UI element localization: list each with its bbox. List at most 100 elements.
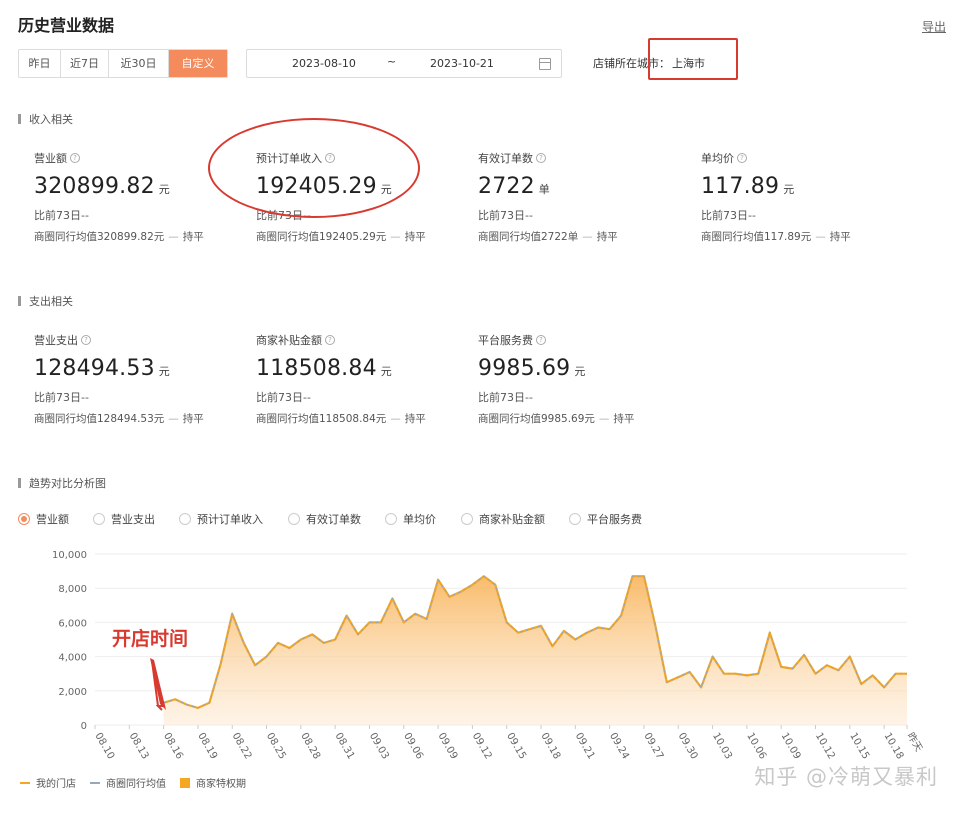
legend-label: 商家特权期 <box>196 779 246 790</box>
x-tick-label: 08.19 <box>195 731 219 761</box>
export-link[interactable]: 导出 <box>922 18 946 35</box>
metric-trend: 持平 <box>596 231 618 243</box>
x-tick-label: 09.21 <box>573 731 597 761</box>
metric-trend: 持平 <box>182 413 204 425</box>
radio-platform-fee[interactable]: 平台服务费 <box>569 511 642 527</box>
metric-merchant-subsidy: 商家补贴金额? 118508.84 元 比前73日-- 商圈同行均值118508.… <box>256 332 466 426</box>
trend-section-header: 趋势对比分析图 <box>18 475 106 491</box>
income-section-title: 收入相关 <box>29 113 73 126</box>
metric-unit: 单 <box>538 183 550 196</box>
radio-avg-order-price[interactable]: 单均价 <box>385 511 461 527</box>
metric-compare: 比前73日-- <box>34 209 89 222</box>
radio-merchant-subsidy[interactable]: 商家补贴金额 <box>461 511 569 527</box>
help-icon[interactable]: ? <box>536 335 546 345</box>
legend-item-privilege[interactable]: 商家特权期 <box>180 775 246 790</box>
y-tick-label: 10,000 <box>52 550 87 561</box>
x-tick-label: 10.12 <box>813 731 837 761</box>
radio-label: 商家补贴金额 <box>479 513 545 526</box>
x-tick-label: 09.12 <box>470 731 494 761</box>
legend-line-icon <box>20 781 30 784</box>
x-tick-label: 10.03 <box>710 731 734 761</box>
metric-compare: 比前73日-- <box>478 209 533 222</box>
metric-compare: 比前73日-- <box>256 209 311 222</box>
date-start[interactable]: 2023-08-10 <box>292 57 356 70</box>
metric-unit: 元 <box>158 183 170 196</box>
x-tick-label: 10.18 <box>882 731 906 761</box>
metric-unit: 元 <box>574 365 586 378</box>
y-tick-label: 8,000 <box>58 584 87 595</box>
radio-checked-icon[interactable] <box>18 513 30 525</box>
legend-item-mine[interactable]: 我的门店 <box>20 775 76 790</box>
metric-value: 118508.84 <box>256 356 377 381</box>
metric-trend: 持平 <box>404 231 426 243</box>
radio-revenue[interactable]: 营业额 <box>18 511 93 527</box>
metric-label: 商家补贴金额 <box>256 334 322 347</box>
radio-icon[interactable] <box>461 513 473 525</box>
radio-label: 营业支出 <box>111 513 155 526</box>
trend-chart[interactable]: 0 2,000 4,000 6,000 8,000 10,000 08.10 08.13 08.… <box>0 540 964 770</box>
metric-trend: 持平 <box>829 231 851 243</box>
metric-platform-fee: 平台服务费? 9985.69 元 比前73日-- 商圈同行均值9985.69元 — 持… <box>478 332 688 426</box>
metric-label: 营业额 <box>34 152 67 165</box>
tab-yesterday[interactable]: 昨日 <box>19 50 61 77</box>
metric-peer-avg: 商圈同行均值9985.69元 <box>478 413 595 425</box>
metric-label: 有效订单数 <box>478 152 533 165</box>
y-tick-label: 2,000 <box>58 687 87 698</box>
tab-last-7-days[interactable]: 近7日 <box>61 50 109 77</box>
calendar-icon[interactable] <box>539 58 551 70</box>
metric-unit: 元 <box>380 183 392 196</box>
income-section-header: 收入相关 <box>18 111 73 127</box>
radio-expected-order-income[interactable]: 预计订单收入 <box>179 511 288 527</box>
radio-label: 单均价 <box>403 513 436 526</box>
x-tick-label: 10.06 <box>744 731 768 761</box>
section-marker <box>18 478 21 488</box>
store-city-value: 上海市 <box>672 57 705 70</box>
help-icon[interactable]: ? <box>325 153 335 163</box>
x-tick-label: 08.31 <box>333 731 357 761</box>
radio-icon[interactable] <box>385 513 397 525</box>
radio-icon[interactable] <box>569 513 581 525</box>
x-tick-label: 09.09 <box>436 731 460 761</box>
x-tick-label: 08.22 <box>230 731 254 761</box>
x-tick-label: 08.28 <box>298 731 322 761</box>
y-tick-label: 4,000 <box>58 653 87 664</box>
metric-compare: 比前73日-- <box>34 391 89 404</box>
tab-custom[interactable]: 自定义 <box>169 50 227 77</box>
x-tick-label: 08.13 <box>127 731 151 761</box>
help-icon[interactable]: ? <box>737 153 747 163</box>
help-icon[interactable]: ? <box>70 153 80 163</box>
help-icon[interactable]: ? <box>81 335 91 345</box>
page-title: 历史营业数据 <box>18 16 115 35</box>
x-tick-label: 09.15 <box>504 731 528 761</box>
metric-value: 320899.82 <box>34 174 155 199</box>
metric-peer-avg: 商圈同行均值192405.29元 <box>256 231 387 243</box>
expense-section-header: 支出相关 <box>18 293 73 309</box>
help-icon[interactable]: ? <box>325 335 335 345</box>
date-range-tabs: 昨日 近7日 近30日 自定义 <box>18 49 228 78</box>
metric-unit: 元 <box>783 183 795 196</box>
radio-icon[interactable] <box>93 513 105 525</box>
legend-box-icon <box>180 777 190 788</box>
radio-icon[interactable] <box>179 513 191 525</box>
metric-value: 117.89 <box>701 174 780 199</box>
legend-label: 我的门店 <box>36 779 76 790</box>
radio-operating-expense[interactable]: 营业支出 <box>93 511 179 527</box>
x-tick-label: 08.16 <box>161 731 185 761</box>
tab-last-30-days[interactable]: 近30日 <box>109 50 169 77</box>
radio-label: 预计订单收入 <box>197 513 263 526</box>
date-end[interactable]: 2023-10-21 <box>430 57 494 70</box>
metric-label: 营业支出 <box>34 334 78 347</box>
radio-label: 营业额 <box>36 513 69 526</box>
metric-value: 9985.69 <box>478 356 571 381</box>
store-city: 店铺所在城市： 上海市 <box>593 55 705 71</box>
metric-peer-avg: 商圈同行均值118508.84元 <box>256 413 387 425</box>
legend-item-peer[interactable]: 商圈同行均值 <box>90 775 166 790</box>
chart-legend: 我的门店 商圈同行均值 商家特权期 <box>20 775 260 790</box>
metric-value: 128494.53 <box>34 356 155 381</box>
help-icon[interactable]: ? <box>536 153 546 163</box>
watermark: 知乎 @冷萌又暴利 <box>754 765 938 789</box>
x-tick-label: 09.18 <box>538 731 562 761</box>
radio-valid-orders[interactable]: 有效订单数 <box>288 511 385 527</box>
date-range-picker[interactable]: 2023-08-10 ~ 2023-10-21 <box>246 49 562 78</box>
radio-icon[interactable] <box>288 513 300 525</box>
